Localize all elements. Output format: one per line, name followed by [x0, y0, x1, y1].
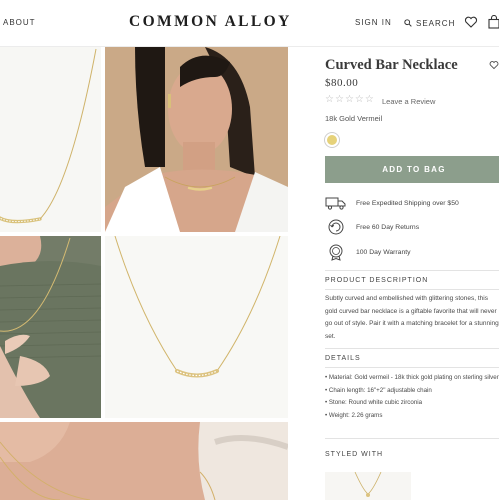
site-header: ABOUT COMMON ALLOY SIGN IN SEARCH	[0, 0, 499, 47]
details-header[interactable]: DETAILS -	[325, 355, 499, 362]
product-description-header[interactable]: PRODUCT DESCRIPTION -	[325, 277, 499, 284]
gallery-image-neck-closeup[interactable]	[0, 422, 288, 500]
product-title: Curved Bar Necklace	[325, 57, 458, 73]
leave-review-link[interactable]: Leave a Review	[382, 97, 435, 106]
divider	[325, 289, 499, 290]
divider	[325, 367, 499, 368]
star-icon: ☆	[364, 94, 374, 105]
gallery-image-model-hand[interactable]	[0, 236, 101, 418]
gallery-image-necklace-full[interactable]	[105, 236, 288, 418]
perk-shipping: Free Expedited Shipping over $50	[325, 194, 499, 212]
heart-icon[interactable]	[464, 15, 478, 29]
section-title: STYLED WITH	[325, 451, 384, 458]
perk-text: Free 60 Day Returns	[356, 223, 420, 231]
color-swatch-gold[interactable]	[325, 133, 339, 147]
list-item: • Stone: Round white cubic zirconia	[325, 399, 423, 406]
search-label: SEARCH	[416, 18, 456, 28]
rating-stars: ☆ ☆ ☆ ☆ ☆	[325, 95, 374, 105]
divider	[325, 438, 499, 439]
perk-warranty: 100 Day Warranty	[325, 243, 499, 261]
material-label: 18k Gold Vermeil	[325, 114, 383, 123]
product-panel: Curved Bar Necklace $80.00 ☆ ☆ ☆ ☆ ☆ Lea…	[319, 47, 499, 500]
star-icon: ☆	[344, 94, 354, 105]
product-price: $80.00	[325, 77, 359, 89]
star-icon: ☆	[354, 94, 364, 105]
section-title: DETAILS	[325, 355, 361, 362]
perk-text: Free Expedited Shipping over $50	[356, 199, 459, 207]
search-button[interactable]: SEARCH	[404, 17, 455, 29]
shopping-bag-icon[interactable]	[487, 15, 499, 29]
divider	[325, 348, 499, 349]
brand-logo[interactable]: COMMON ALLOY	[129, 13, 292, 31]
nav-about-link[interactable]: ABOUT	[3, 18, 36, 27]
perk-returns: Free 60 Day Returns	[325, 218, 499, 236]
star-icon: ☆	[325, 94, 334, 105]
gallery-image-model-wearing[interactable]	[105, 47, 288, 232]
warranty-badge-icon	[325, 243, 347, 261]
styled-with-header: STYLED WITH	[325, 451, 499, 458]
perk-text: 100 Day Warranty	[356, 248, 411, 256]
return-icon	[325, 218, 347, 236]
list-item: • Material: Gold vermeil - 18k thick gol…	[325, 374, 499, 381]
divider	[325, 270, 499, 271]
sign-in-link[interactable]: SIGN IN	[355, 18, 392, 27]
wishlist-heart-icon[interactable]	[489, 60, 499, 70]
details-list: • Material: Gold vermeil - 18k thick gol…	[325, 372, 499, 422]
truck-icon	[325, 194, 347, 212]
section-title: PRODUCT DESCRIPTION	[325, 277, 429, 284]
search-icon	[404, 19, 412, 27]
star-icon: ☆	[334, 94, 344, 105]
list-item: • Weight: 2.26 grams	[325, 411, 383, 419]
add-to-bag-button[interactable]: ADD TO BAG	[325, 156, 499, 183]
list-item: • Chain length: 16"+2" adjustable chain	[325, 386, 432, 394]
styled-with-product-thumbnail[interactable]	[325, 472, 411, 500]
gallery-image-necklace-closeup[interactable]	[0, 47, 101, 232]
product-description-text: Subtly curved and embellished with glitt…	[325, 295, 499, 340]
